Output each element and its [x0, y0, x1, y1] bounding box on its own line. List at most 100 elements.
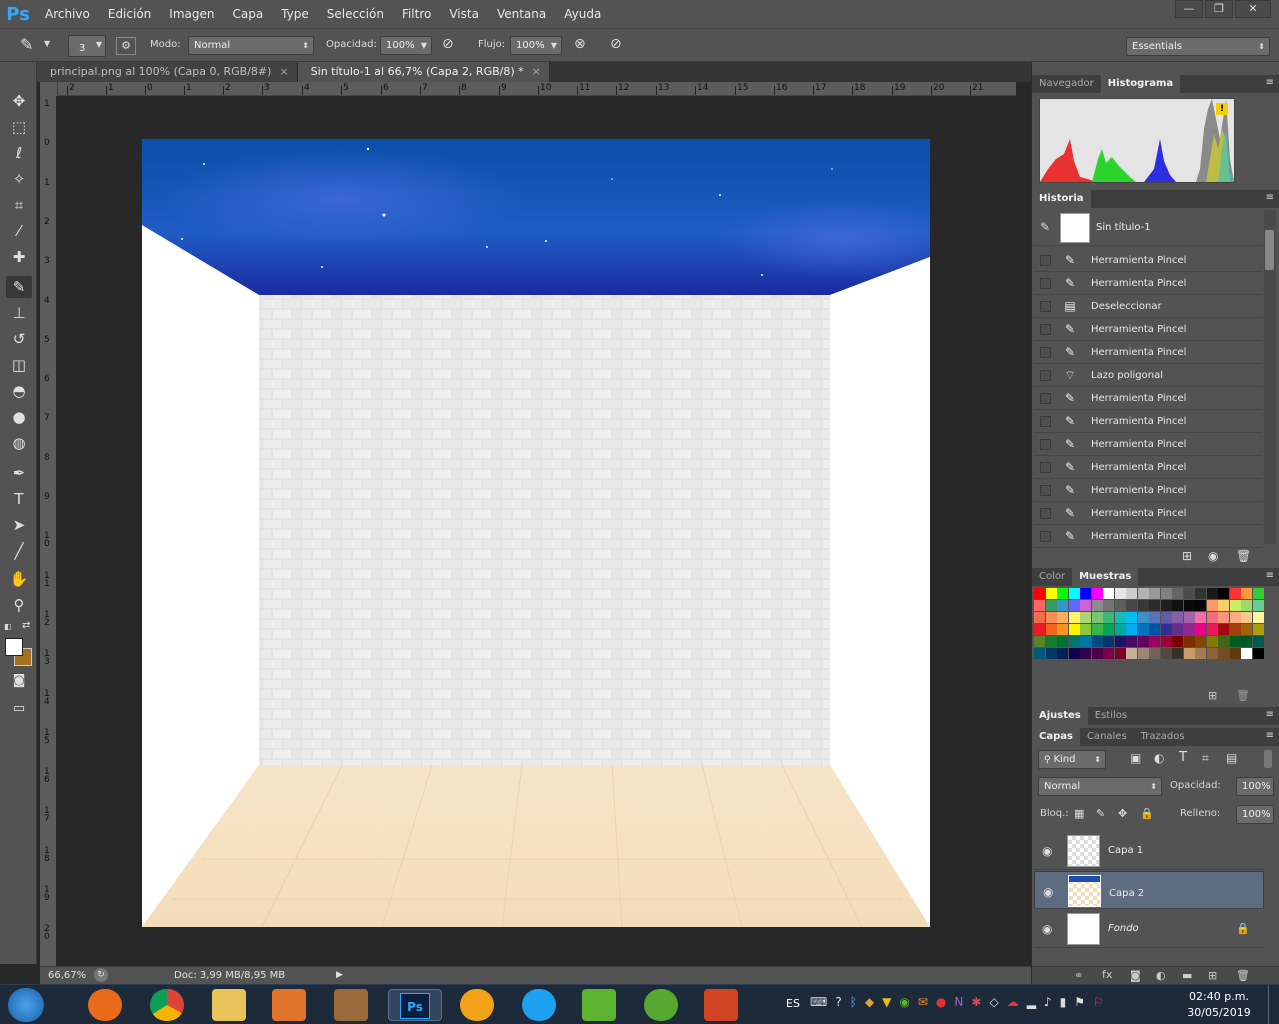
panel-menu-icon[interactable]: ≡	[1266, 192, 1274, 203]
color-swatch[interactable]	[1195, 624, 1206, 635]
color-swatch[interactable]	[1068, 600, 1080, 611]
brush-panel-toggle-icon[interactable]: ⚙	[116, 37, 136, 55]
crop-tool-icon[interactable]: ⌗	[6, 194, 32, 216]
color-swatch[interactable]	[1045, 636, 1057, 647]
close-button[interactable]: ✕	[1235, 0, 1271, 18]
color-swatch[interactable]	[1183, 648, 1195, 659]
pressure-opacity-icon[interactable]: ⊘	[442, 36, 454, 52]
close-tab-icon[interactable]: ×	[532, 65, 541, 78]
color-swatch[interactable]	[1114, 648, 1126, 659]
fill-field[interactable]: 100%	[1236, 805, 1274, 824]
history-scrollbar[interactable]	[1264, 210, 1276, 544]
color-swatch[interactable]	[1034, 648, 1045, 659]
layer-row[interactable]: ◉ Capa 2	[1034, 871, 1264, 909]
document-canvas[interactable]	[142, 139, 930, 927]
dropbox-icon[interactable]: ◇	[989, 995, 998, 1015]
color-swatch[interactable]	[1126, 588, 1137, 599]
color-swatch[interactable]	[1252, 624, 1264, 635]
lock-image-icon[interactable]: ✎	[1096, 807, 1105, 820]
panel-menu-icon[interactable]: ≡	[1266, 77, 1274, 88]
color-swatch[interactable]	[1137, 600, 1149, 611]
color-swatch[interactable]	[1149, 600, 1160, 611]
paint-app-icon[interactable]	[334, 989, 368, 1021]
brush-tool-preset-icon[interactable]: ✎	[20, 35, 33, 54]
color-swatch[interactable]	[1229, 624, 1241, 635]
history-snapshot[interactable]: ✎ Sin título-1	[1034, 210, 1262, 246]
menu-imagen[interactable]: Imagen	[160, 0, 223, 28]
brush-size-picker[interactable]: 3 ▼	[68, 35, 106, 57]
bluetooth-icon[interactable]: ᛒ	[850, 995, 857, 1015]
signal-icon[interactable]: ▂	[1027, 995, 1036, 1015]
color-swatch[interactable]	[1114, 612, 1126, 623]
color-swatch[interactable]	[1183, 588, 1195, 599]
color-swatch[interactable]	[1091, 648, 1103, 659]
new-adjustment-icon[interactable]: ◐	[1156, 969, 1166, 982]
color-swatch[interactable]	[1045, 600, 1057, 611]
color-swatch[interactable]	[1057, 600, 1068, 611]
trash-icon[interactable]: 🗑	[1236, 689, 1250, 702]
line-tool-icon[interactable]: ╱	[6, 540, 32, 562]
color-swatch[interactable]	[1068, 636, 1080, 647]
history-source-checkbox[interactable]	[1040, 462, 1051, 473]
color-swatch[interactable]	[1218, 648, 1229, 659]
utorrent-icon[interactable]	[644, 989, 678, 1021]
color-swatch[interactable]	[1195, 588, 1206, 599]
cloud-icon[interactable]: ☁	[1007, 995, 1019, 1015]
color-swatch[interactable]	[1034, 600, 1045, 611]
filter-shape-icon[interactable]: ⌗	[1202, 751, 1209, 766]
scrollbar-thumb[interactable]	[1265, 230, 1274, 270]
file-explorer-icon[interactable]	[212, 989, 246, 1021]
trash-icon[interactable]: 🗑	[1236, 969, 1250, 982]
tab-capas[interactable]: Capas	[1032, 728, 1080, 746]
warning-icon[interactable]: !	[1216, 103, 1228, 115]
tab-principal[interactable]: principal.png al 100% (Capa 0, RGB/8#) ×	[37, 62, 298, 82]
help-icon[interactable]: ?	[835, 995, 841, 1015]
history-source-checkbox[interactable]	[1040, 508, 1051, 519]
close-tab-icon[interactable]: ×	[279, 65, 288, 78]
antivirus-icon[interactable]: ✱	[971, 995, 981, 1015]
color-swatch[interactable]	[1057, 624, 1068, 635]
color-swatch[interactable]	[1206, 636, 1218, 647]
restore-button[interactable]: ❐	[1205, 0, 1233, 18]
color-swatch[interactable]	[1126, 636, 1137, 647]
pressure-size-icon[interactable]: ⊘	[610, 36, 622, 52]
zoom-tool-icon[interactable]: ⚲	[6, 594, 32, 616]
color-swatch[interactable]	[1137, 648, 1149, 659]
panel-menu-icon[interactable]: ≡	[1266, 730, 1274, 741]
color-swatch[interactable]	[1172, 648, 1183, 659]
history-brush-tool-icon[interactable]: ↺	[6, 328, 32, 350]
history-item[interactable]: ⌔ Lazo poligonal	[1034, 364, 1262, 387]
new-swatch-icon[interactable]: ⊞	[1208, 689, 1217, 702]
color-swatch[interactable]	[1229, 588, 1241, 599]
history-brush-source-icon[interactable]: ✎	[1040, 220, 1050, 234]
color-swatch[interactable]	[1160, 648, 1172, 659]
color-swatch[interactable]	[1080, 588, 1091, 599]
horizontal-ruler[interactable]: 2 1 0 1 2 3 4 5 6 7 8 9 10 11 12 13 14 15 16 17 18 19 20 21	[58, 82, 1016, 96]
color-swatch[interactable]	[1080, 612, 1091, 623]
color-swatch[interactable]	[1045, 588, 1057, 599]
color-swatch[interactable]	[1057, 612, 1068, 623]
color-swatch[interactable]	[1114, 600, 1126, 611]
foreground-color-swatch[interactable]	[5, 638, 23, 656]
show-desktop-button[interactable]	[1268, 985, 1279, 1024]
color-swatch[interactable]	[1114, 588, 1126, 599]
eye-icon[interactable]: ◉	[1043, 884, 1053, 901]
color-swatch[interactable]	[1229, 636, 1241, 647]
new-group-icon[interactable]: ▬	[1182, 969, 1192, 982]
mode-select[interactable]: Normal ⬍	[188, 36, 314, 55]
flag-icon[interactable]: ⚐	[1093, 995, 1104, 1015]
history-item[interactable]: ✎ Herramienta Pincel	[1034, 502, 1262, 525]
color-swatch[interactable]	[1091, 600, 1103, 611]
color-swatch[interactable]	[1045, 624, 1057, 635]
fox-icon[interactable]: ◆	[865, 995, 874, 1015]
new-snapshot-icon[interactable]: ◉	[1208, 549, 1218, 563]
color-swatch[interactable]	[1252, 636, 1264, 647]
healing-brush-tool-icon[interactable]: ✚	[6, 246, 32, 268]
color-swatch[interactable]	[1080, 624, 1091, 635]
color-swatch[interactable]	[1229, 648, 1241, 659]
color-swatch[interactable]	[1068, 612, 1080, 623]
color-swatch[interactable]	[1218, 600, 1229, 611]
ruler-origin[interactable]	[40, 82, 58, 96]
language-indicator[interactable]: ES	[786, 997, 800, 1010]
minimize-button[interactable]: —	[1175, 0, 1203, 18]
